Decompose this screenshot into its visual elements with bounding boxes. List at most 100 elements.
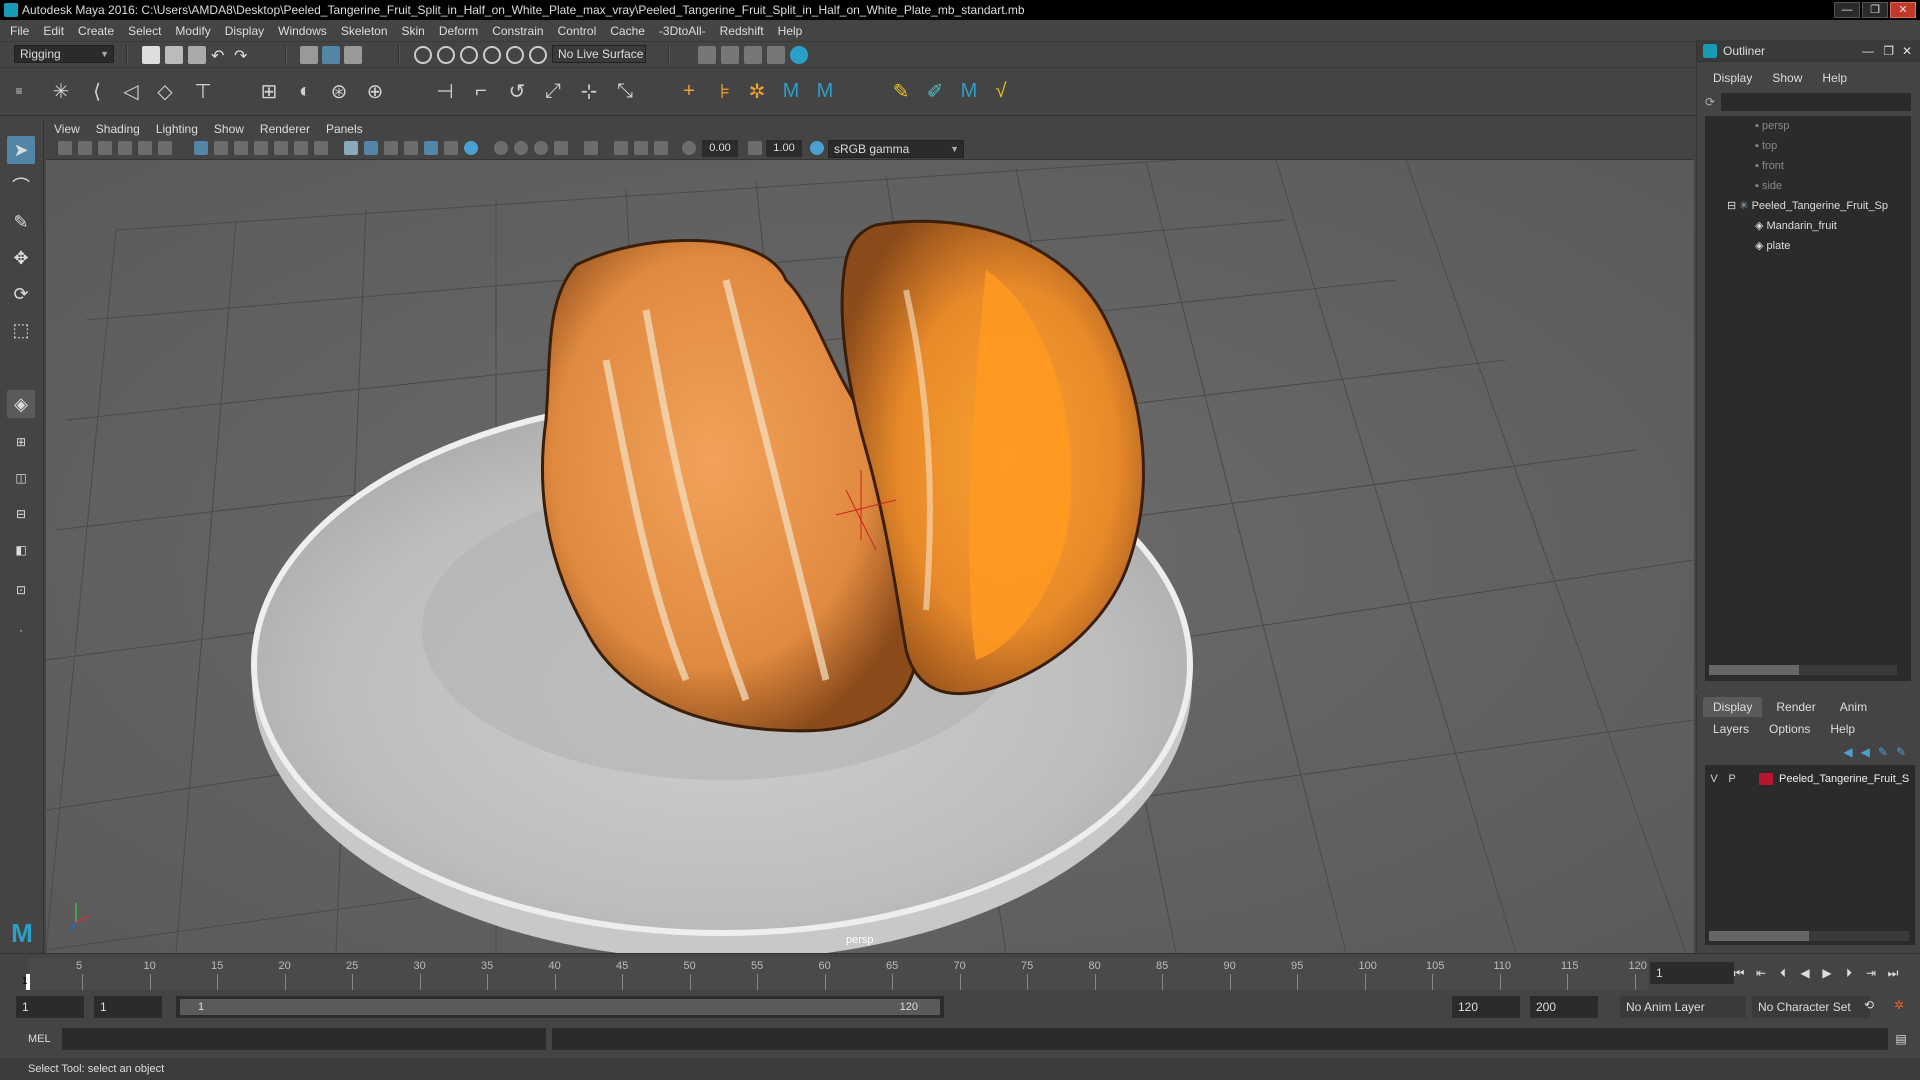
- grid-toggle-icon[interactable]: [194, 141, 208, 155]
- exposure-field[interactable]: 0.00: [702, 140, 738, 157]
- collapse-icon[interactable]: ⊟: [1727, 200, 1739, 212]
- scene-start-field[interactable]: 1: [16, 996, 84, 1018]
- persp-outliner-icon[interactable]: ⊟: [7, 500, 35, 528]
- gate-mask-icon[interactable]: [254, 141, 268, 155]
- panel-menu-shading[interactable]: Shading: [96, 122, 140, 136]
- paint-select-icon[interactable]: ✎: [7, 208, 35, 236]
- resolution-gate-icon[interactable]: [234, 141, 248, 155]
- hik-icon[interactable]: ⊧: [712, 78, 738, 104]
- new-scene-icon[interactable]: [142, 46, 160, 64]
- bookmark-icon[interactable]: [98, 141, 112, 155]
- select-hierarchy-icon[interactable]: [300, 46, 318, 64]
- command-input[interactable]: [62, 1028, 546, 1050]
- layer-playback-toggle[interactable]: P: [1723, 773, 1741, 785]
- default-material-icon[interactable]: [404, 141, 418, 155]
- move-tool-icon[interactable]: ✥: [7, 244, 35, 272]
- tab-display[interactable]: Display: [1703, 697, 1763, 717]
- gamma-icon[interactable]: [748, 141, 762, 155]
- snap-point-icon[interactable]: [460, 46, 478, 64]
- step-forward-key-icon[interactable]: ⇥: [1862, 964, 1880, 982]
- pole-vector-icon[interactable]: ⤡: [612, 78, 638, 104]
- xray-icon[interactable]: [614, 141, 628, 155]
- 2d-pan-icon[interactable]: [138, 141, 152, 155]
- outliner-hscroll-thumb[interactable]: [1709, 665, 1799, 675]
- menu-edit[interactable]: Edit: [43, 24, 64, 38]
- refresh-icon[interactable]: ⟳: [1705, 95, 1715, 109]
- render-frame-icon[interactable]: [721, 46, 739, 64]
- scale-tool-icon[interactable]: ⬚: [7, 316, 35, 344]
- quick-rig-icon[interactable]: M: [956, 78, 982, 104]
- ik-spline-icon[interactable]: ◁: [118, 78, 144, 104]
- snap-view-icon[interactable]: [483, 46, 501, 64]
- scale-constraint-icon[interactable]: ⤢: [540, 78, 566, 104]
- panel-menu-show[interactable]: Show: [214, 122, 244, 136]
- wireframe-icon[interactable]: [344, 141, 358, 155]
- layer-row[interactable]: V P Peeled_Tangerine_Fruit_S: [1705, 769, 1915, 789]
- locator-icon[interactable]: +: [676, 78, 702, 104]
- snap-vertex-icon[interactable]: [529, 46, 547, 64]
- menu-windows[interactable]: Windows: [278, 24, 327, 38]
- layer-visibility-toggle[interactable]: V: [1705, 773, 1723, 785]
- textured-icon[interactable]: [424, 141, 438, 155]
- move-layer-down-icon[interactable]: ◀: [1861, 745, 1870, 759]
- two-view-icon[interactable]: ◫: [7, 464, 35, 492]
- layer-color-swatch[interactable]: [1759, 773, 1773, 785]
- step-back-frame-icon[interactable]: ⏴: [1774, 964, 1792, 982]
- point-constraint-icon[interactable]: ⊣: [432, 78, 458, 104]
- four-view-icon[interactable]: ⊞: [7, 428, 35, 456]
- menu-modify[interactable]: Modify: [175, 24, 210, 38]
- select-object-icon[interactable]: [322, 46, 340, 64]
- safe-title-icon[interactable]: [314, 141, 328, 155]
- menu-create[interactable]: Create: [78, 24, 114, 38]
- joint-tool-icon[interactable]: ✳: [48, 78, 74, 104]
- orient-constraint-icon[interactable]: ↺: [504, 78, 530, 104]
- single-view-icon[interactable]: ◈: [7, 390, 35, 418]
- play-forward-icon[interactable]: ▶: [1818, 964, 1836, 982]
- auto-key-icon[interactable]: ⟲: [1860, 996, 1878, 1014]
- select-component-icon[interactable]: [344, 46, 362, 64]
- outliner-menu-show[interactable]: Show: [1772, 71, 1802, 85]
- menu-constrain[interactable]: Constrain: [492, 24, 543, 38]
- parent-constraint-icon[interactable]: ⊹: [576, 78, 602, 104]
- move-layer-up-icon[interactable]: ◀: [1843, 745, 1852, 759]
- mirror-joint-icon[interactable]: ⊤: [190, 78, 216, 104]
- grease-pencil-icon[interactable]: [158, 141, 172, 155]
- snap-curve-icon[interactable]: [437, 46, 455, 64]
- go-to-end-icon[interactable]: ⏭: [1884, 964, 1902, 982]
- time-ruler[interactable]: 5 10 15 20 25 30 35 40 45 50 55 60 65 70 75 80 85 90 95 100…: [28, 958, 1648, 990]
- outliner-minimize-icon[interactable]: —: [1862, 40, 1874, 62]
- open-scene-icon[interactable]: [165, 46, 183, 64]
- tab-render[interactable]: Render: [1766, 697, 1825, 717]
- minimize-button[interactable]: —: [1834, 2, 1860, 18]
- anti-aliasing-icon[interactable]: [534, 141, 548, 155]
- render-view-icon[interactable]: [698, 46, 716, 64]
- menu-skeleton[interactable]: Skeleton: [341, 24, 388, 38]
- film-gate-icon[interactable]: [214, 141, 228, 155]
- ik-handle-icon[interactable]: ⟨: [84, 78, 110, 104]
- xray-components-icon[interactable]: [654, 141, 668, 155]
- new-empty-layer-icon[interactable]: ✎: [1878, 745, 1888, 759]
- smooth-shade-icon[interactable]: [364, 141, 378, 155]
- more-layouts-icon[interactable]: ·: [7, 616, 35, 644]
- menuset-dropdown[interactable]: Rigging ▼: [14, 45, 114, 63]
- menu-display[interactable]: Display: [225, 24, 264, 38]
- scene-end-field[interactable]: 200: [1530, 996, 1598, 1018]
- isolate-select-icon[interactable]: [584, 141, 598, 155]
- wireframe-on-shaded-icon[interactable]: [384, 141, 398, 155]
- blend-shape-icon[interactable]: √: [988, 78, 1014, 104]
- snap-grid-icon[interactable]: [414, 46, 432, 64]
- outliner-item-front[interactable]: ▪ front: [1755, 156, 1784, 176]
- render-settings-icon[interactable]: [767, 46, 785, 64]
- outliner-item-side[interactable]: ▪ side: [1755, 176, 1782, 196]
- insert-joint-icon[interactable]: ◇: [152, 78, 178, 104]
- exposure-icon[interactable]: [682, 141, 696, 155]
- outliner-item-mandarin[interactable]: ◈ Mandarin_fruit: [1755, 216, 1837, 236]
- muscle-icon[interactable]: M: [778, 78, 804, 104]
- maximize-button[interactable]: ❐: [1862, 2, 1888, 18]
- mel-label[interactable]: MEL: [28, 1033, 51, 1045]
- playback-start-field[interactable]: 1: [94, 996, 162, 1018]
- step-forward-frame-icon[interactable]: ⏵: [1840, 964, 1858, 982]
- menu-deform[interactable]: Deform: [439, 24, 478, 38]
- bind-skin-icon[interactable]: ⊞: [256, 78, 282, 104]
- safe-action-icon[interactable]: [294, 141, 308, 155]
